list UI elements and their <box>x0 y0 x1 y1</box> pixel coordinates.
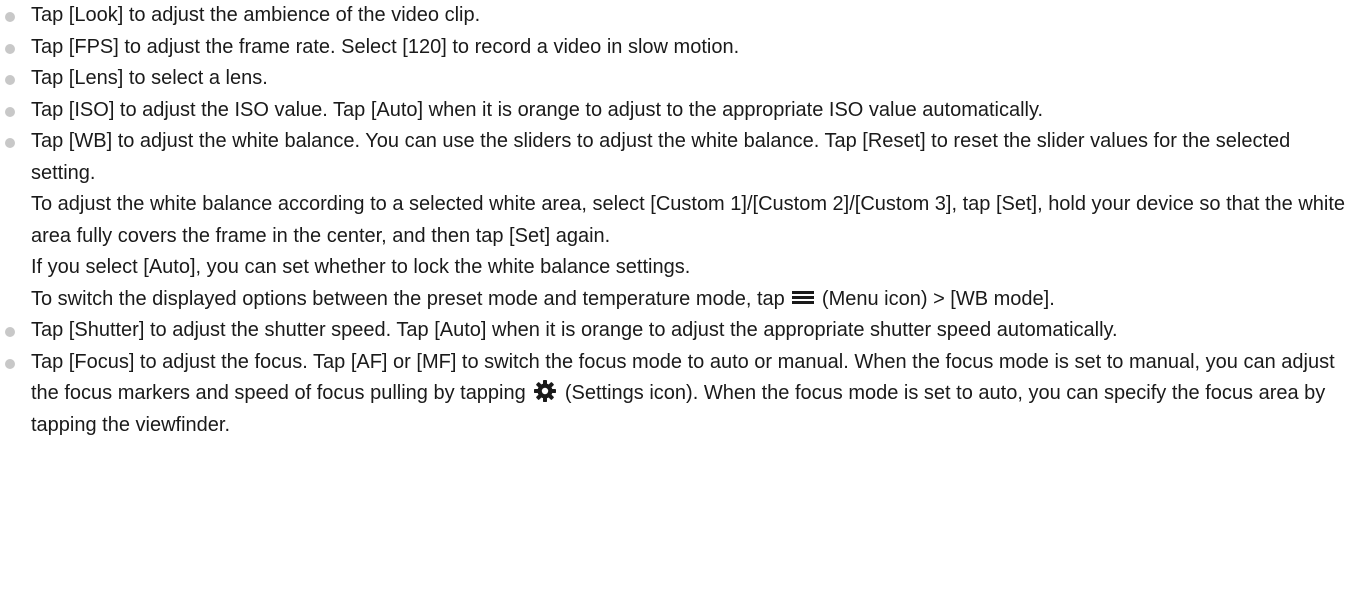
bullet-icon <box>5 43 15 54</box>
item-paragraph-after: (Menu icon) > [WB mode]. <box>821 287 1055 310</box>
document-body: Tap [Look] to adjust the ambience of the… <box>0 0 1348 441</box>
item-paragraph-before: To switch the displayed options between … <box>31 287 785 310</box>
gear-icon <box>534 380 557 402</box>
list-item: Tap [Lens] to select a lens. <box>0 63 1348 95</box>
menu-icon <box>792 289 815 305</box>
bullet-icon <box>5 138 15 148</box>
item-paragraph: To adjust the white balance according to… <box>31 193 1346 247</box>
list-item: Tap [ISO] to adjust the ISO value. Tap [… <box>0 95 1348 127</box>
item-text: Tap [FPS] to adjust the frame rate. Sele… <box>31 35 740 58</box>
bullet-icon <box>5 327 15 337</box>
item-paragraph: To switch the displayed options between … <box>31 284 1348 316</box>
list-item: Tap [FPS] to adjust the frame rate. Sele… <box>0 32 1348 64</box>
item-text: Tap [ISO] to adjust the ISO value. Tap [… <box>31 98 1044 121</box>
bullet-icon <box>5 75 15 85</box>
item-text: Tap [Lens] to select a lens. <box>31 67 268 89</box>
bullet-icon <box>5 12 15 22</box>
list-item: Tap [Look] to adjust the ambience of the… <box>0 0 1348 32</box>
item-text: Tap [Look] to adjust the ambience of the… <box>31 4 481 26</box>
bullet-icon <box>5 106 15 117</box>
list-item: Tap [Focus] to adjust the focus. Tap [AF… <box>0 347 1348 442</box>
item-paragraph: If you select [Auto], you can set whethe… <box>31 256 691 278</box>
list-item: Tap [Shutter] to adjust the shutter spee… <box>0 315 1348 347</box>
item-text: Tap [WB] to adjust the white balance. Yo… <box>31 130 1291 184</box>
list-item: Tap [WB] to adjust the white balance. Yo… <box>0 126 1348 315</box>
item-text: Tap [Shutter] to adjust the shutter spee… <box>31 319 1118 341</box>
bullet-icon <box>5 358 15 369</box>
bullet-list: Tap [Look] to adjust the ambience of the… <box>0 0 1348 441</box>
